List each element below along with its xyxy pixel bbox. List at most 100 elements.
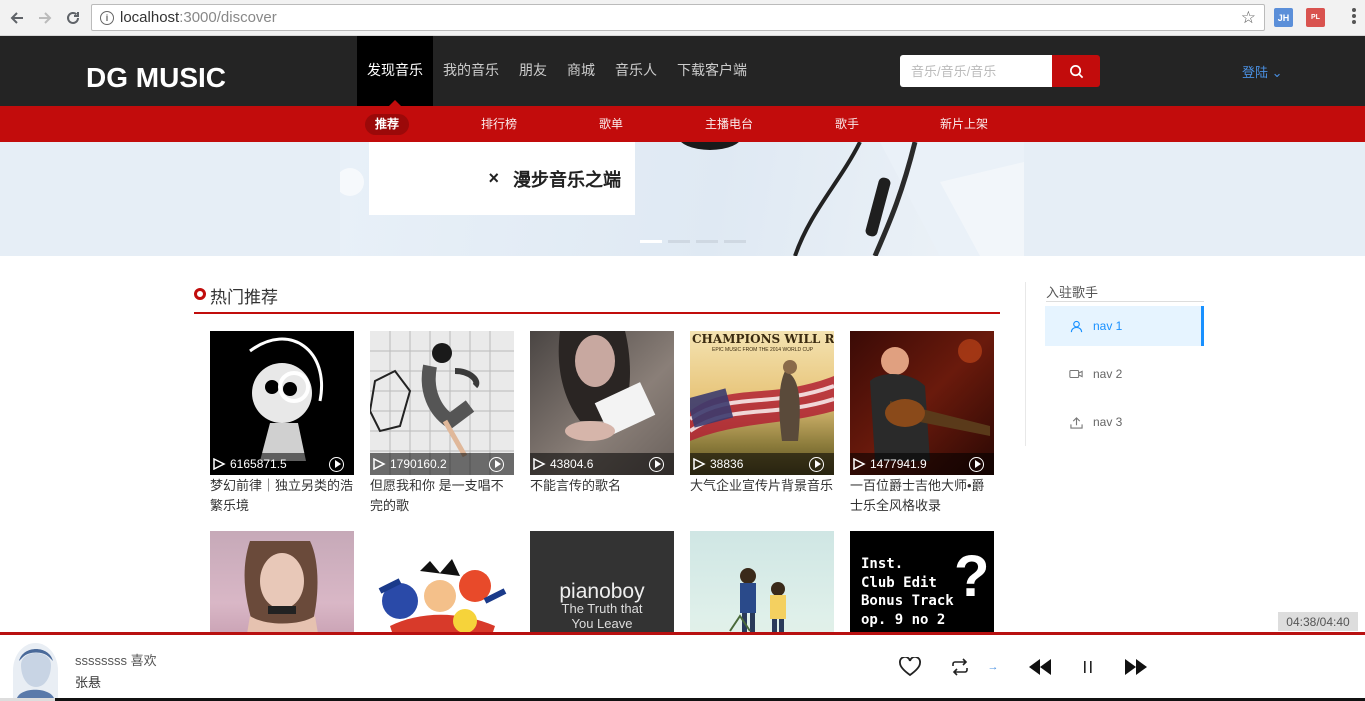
playlist-card[interactable]: 1477941.9 一百位爵士吉他大师•爵士乐全风格收录 [850,331,994,516]
playlist-card[interactable] [370,531,514,632]
next-button[interactable] [1123,655,1149,679]
play-count-bar: 1477941.9 [850,453,994,475]
side-nav-2[interactable]: nav 2 [1045,354,1204,394]
time-display: 04:38/04:40 [1278,612,1358,631]
close-icon: × [488,168,499,188]
song-title: ssssssss 喜欢 [75,653,157,668]
playlist-cover[interactable] [370,531,514,632]
play-count-bar: 1790160.2 [370,453,514,475]
carousel-dot[interactable] [724,240,746,243]
side-nav-1[interactable]: nav 1 [1045,306,1204,346]
subnav-new-albums[interactable]: 新片上架 [930,114,998,135]
loop-button[interactable] [948,655,972,679]
subnav-recommend[interactable]: 推荐 [365,114,410,135]
url-host: localhost [120,9,180,26]
playlist-name[interactable]: 一百位爵士吉他大师•爵士乐全风格收录 [850,476,994,516]
address-bar[interactable]: i localhost:3000/discover ☆ [91,4,1265,31]
browser-menu-icon[interactable] [1351,8,1357,24]
play-icon[interactable] [329,456,344,472]
login-link[interactable]: 登陆 ⌄ [1242,62,1283,81]
nav-friends[interactable]: 朋友 [509,36,557,106]
side-nav-label: nav 2 [1093,367,1123,381]
play-count-bar: 6165871.5 [210,453,354,475]
nav-discover[interactable]: 发现音乐 [357,36,433,106]
nav-download[interactable]: 下载客户端 [667,36,757,106]
playlist-cover[interactable]: 6165871.5 [210,331,354,475]
album-avatar[interactable] [13,643,58,698]
playlist-card[interactable]: 6165871.5 梦幻前律｜独立另类的浩繁乐境 [210,331,354,516]
like-button[interactable] [898,655,922,679]
subnav-singers[interactable]: 歌手 [825,114,869,135]
playlist-card[interactable] [690,531,834,632]
playlist-name[interactable]: 但愿我和你 是一支唱不完的歌 [370,476,514,516]
playlist-card[interactable]: 43804.6 不能言传的歌名 [530,331,674,516]
info-icon[interactable]: i [100,10,114,25]
subnav-charts[interactable]: 排行榜 [471,114,527,135]
playlist-name[interactable]: 梦幻前律｜独立另类的浩繁乐境 [210,476,354,516]
play-icon[interactable] [809,456,824,472]
subnav-playlists[interactable]: 歌单 [589,114,633,135]
carousel-dot[interactable] [696,240,718,243]
search-icon [1069,64,1083,78]
nav-store[interactable]: 商城 [557,36,605,106]
section-title: 热门推荐 [210,288,278,307]
banner-text: 漫步音乐之端 [513,169,621,190]
extension-icon[interactable]: PL [1306,8,1325,27]
playlist-cover[interactable]: pianoboy The Truth that You Leave [530,531,674,632]
playlist-cover[interactable]: CHAMPIONS WILL RISE EPIC MUSIC FROM THE … [690,331,834,475]
playlist-card[interactable]: CHAMPIONS WILL RISE EPIC MUSIC FROM THE … [690,331,834,516]
playlist-cover[interactable]: 1790160.2 [370,331,514,475]
video-camera-icon [1069,367,1083,381]
side-nav-label: nav 1 [1093,319,1123,333]
playlist-cover[interactable] [210,531,354,632]
heart-icon [899,657,921,677]
upload-icon [1069,415,1083,429]
play-count: 1790160.2 [390,457,447,471]
side-nav-label: nav 3 [1093,415,1123,429]
search-button[interactable] [1052,55,1100,87]
play-count: 43804.6 [550,457,594,471]
playlist-card[interactable]: Inst. Club Edit Bonus Track op. 9 no 2 ? [850,531,994,632]
star-icon[interactable]: ☆ [1241,8,1256,28]
side-nav-3[interactable]: nav 3 [1045,402,1204,442]
playlist-name[interactable]: 不能言传的歌名 [530,476,674,516]
pause-icon [1084,661,1092,673]
carousel-dot[interactable] [640,240,662,243]
playlist-cover[interactable]: Inst. Club Edit Bonus Track op. 9 no 2 ? [850,531,994,632]
rewind-icon [1029,659,1051,675]
headphone-icon [533,458,546,470]
extension-jh-icon[interactable]: JH [1274,8,1293,27]
cover-subtitle: You Leave [571,616,633,631]
headphone-icon [853,458,866,470]
side-title: 入驻歌手 [1046,282,1204,302]
sub-nav: 推荐 排行榜 歌单 主播电台 歌手 新片上架 [0,106,1365,142]
play-icon[interactable] [969,456,984,472]
forward-icon[interactable] [33,6,57,30]
search-input[interactable] [900,55,1052,87]
playlist-card[interactable]: 1790160.2 但愿我和你 是一支唱不完的歌 [370,331,514,516]
play-icon[interactable] [649,456,664,472]
playlist-card[interactable] [210,531,354,632]
playlist-name[interactable]: 大气企业宣传片背景音乐 [690,476,834,516]
site-logo[interactable]: DG MUSIC [86,62,226,94]
playlist-cover[interactable]: 1477941.9 [850,331,994,475]
carousel-dot[interactable] [668,240,690,243]
nav-musicians[interactable]: 音乐人 [605,36,667,106]
nav-my-music[interactable]: 我的音乐 [433,36,509,106]
reload-icon[interactable] [61,6,85,30]
playlist-cover[interactable] [690,531,834,632]
arrow-icon[interactable]: → [985,655,1001,679]
headphone-icon [373,458,386,470]
banner[interactable]: × 漫步音乐之端 [0,142,1365,256]
play-icon[interactable] [489,456,504,472]
back-icon[interactable] [5,6,29,30]
cover-subtitle: The Truth that [561,601,643,616]
artist-name[interactable]: 张悬 [75,672,101,691]
playlist-card[interactable]: pianoboy The Truth that You Leave [530,531,674,632]
previous-button[interactable] [1027,655,1053,679]
playlist-cover[interactable]: 43804.6 [530,331,674,475]
circle-icon [194,288,206,300]
pause-button[interactable] [1077,655,1099,679]
main-nav: 发现音乐 我的音乐 朋友 商城 音乐人 下载客户端 [357,36,757,106]
subnav-radio[interactable]: 主播电台 [695,114,763,135]
